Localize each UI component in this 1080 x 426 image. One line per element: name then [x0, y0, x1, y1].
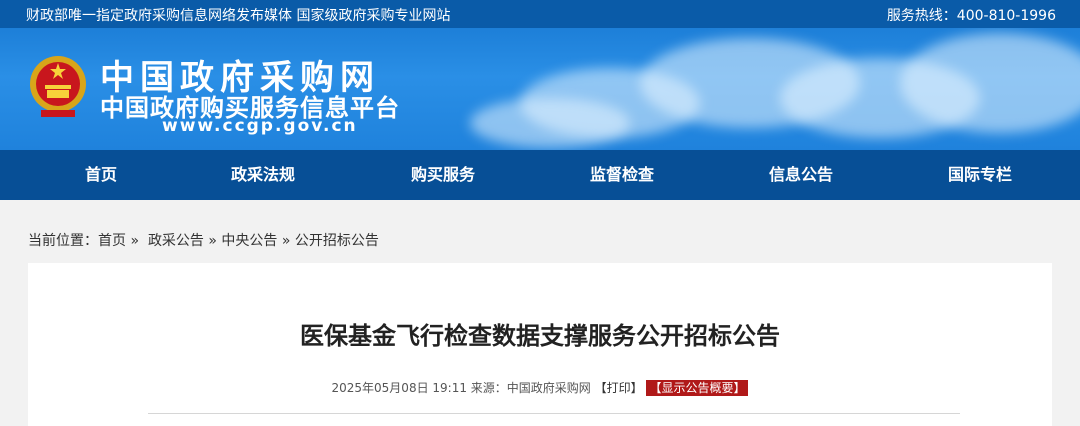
nav-item-announcements[interactable]: 信息公告 — [721, 150, 881, 200]
breadcrumb-separator: » — [130, 233, 140, 249]
article-card: 医保基金飞行检查数据支撑服务公开招标公告 2025年05月08日 19:11 来… — [28, 263, 1052, 426]
breadcrumb-prefix: 当前位置： — [28, 233, 98, 249]
top-info-bar: 财政部唯一指定政府采购信息网络发布媒体 国家级政府采购专业网站 服务热线：400… — [0, 0, 1080, 28]
breadcrumb-procurement-notices[interactable]: 政采公告 — [148, 233, 204, 249]
service-hotline: 服务热线：400-810-1996 — [886, 8, 1056, 24]
print-link[interactable]: 【打印】 — [595, 381, 643, 395]
national-emblem-icon — [30, 56, 86, 117]
breadcrumb: 当前位置：首页 » 政采公告 » 中央公告 » 公开招标公告 — [28, 230, 379, 250]
tagline: 财政部唯一指定政府采购信息网络发布媒体 国家级政府采购专业网站 — [26, 8, 451, 24]
nav-item-purchase-services[interactable]: 购买服务 — [363, 150, 523, 200]
article-meta: 2025年05月08日 19:11 来源：中国政府采购网 【打印】 【显示公告概… — [28, 379, 1052, 396]
show-summary-button[interactable]: 【显示公告概要】 — [646, 380, 749, 396]
breadcrumb-home[interactable]: 首页 — [98, 233, 126, 249]
divider — [148, 413, 960, 414]
site-url: www.ccgp.gov.cn — [162, 116, 358, 136]
header-banner: 中国政府采购网 中国政府购买服务信息平台 www.ccgp.gov.cn — [0, 28, 1080, 150]
breadcrumb-central-notices[interactable]: 中央公告 — [221, 233, 277, 249]
article-title: 医保基金飞行检查数据支撑服务公开招标公告 — [300, 322, 780, 350]
main-nav: 首页 政采法规 购买服务 监督检查 信息公告 国际专栏 — [0, 150, 1080, 200]
nav-item-supervision[interactable]: 监督检查 — [542, 150, 702, 200]
breadcrumb-separator: » — [281, 233, 291, 249]
breadcrumb-open-tender[interactable]: 公开招标公告 — [295, 233, 379, 249]
breadcrumb-separator: » — [208, 233, 217, 249]
publish-info: 2025年05月08日 19:11 来源：中国政府采购网 — [331, 381, 591, 395]
nav-item-home[interactable]: 首页 — [21, 150, 181, 200]
nav-item-regulations[interactable]: 政采法规 — [183, 150, 343, 200]
nav-item-international[interactable]: 国际专栏 — [900, 150, 1060, 200]
